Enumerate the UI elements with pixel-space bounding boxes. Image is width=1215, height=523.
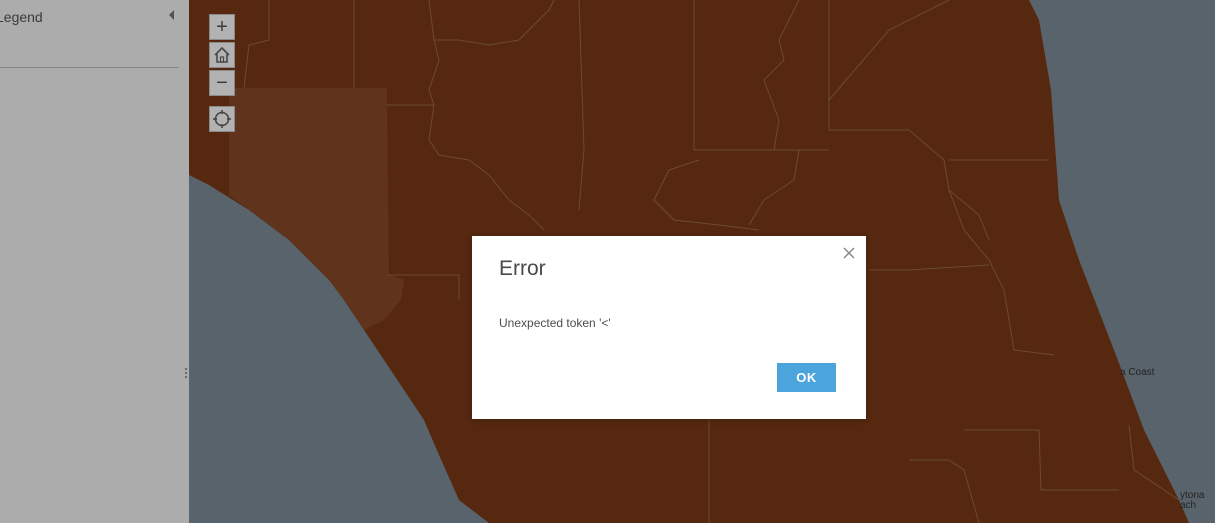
dialog-title: Error — [499, 257, 546, 280]
ok-button[interactable]: OK — [777, 363, 836, 392]
close-icon[interactable] — [841, 245, 857, 261]
error-dialog: Error Unexpected token '<' OK — [472, 236, 866, 419]
dialog-message: Unexpected token '<' — [499, 316, 611, 330]
